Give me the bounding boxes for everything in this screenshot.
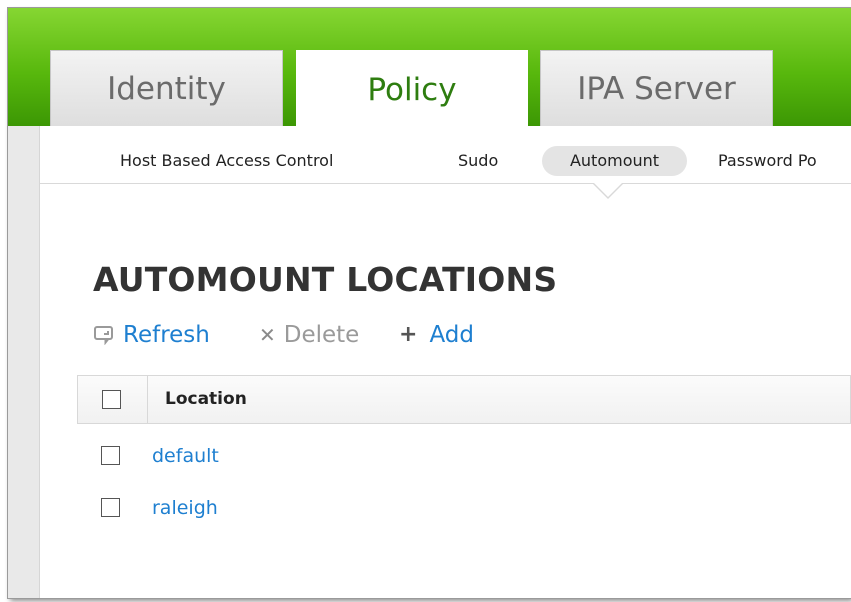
subnav-password-policy[interactable]: Password Po — [718, 146, 817, 176]
page-title: AUTOMOUNT LOCATIONS — [93, 260, 558, 299]
tab-ipa-server[interactable]: IPA Server — [540, 50, 773, 126]
subnav-automount[interactable]: Automount — [542, 146, 687, 176]
subnav-selection-pointer-fill — [593, 182, 623, 197]
delete-button[interactable]: ✕ Delete — [259, 318, 359, 352]
select-all-cell — [78, 376, 148, 423]
table-row: raleigh — [77, 483, 851, 533]
select-all-checkbox[interactable] — [102, 390, 121, 409]
table-header: Location — [77, 375, 851, 424]
location-link[interactable]: default — [152, 431, 219, 481]
left-gutter — [8, 126, 40, 598]
policy-subnav: Host Based Access Control Sudo Automount… — [40, 126, 851, 184]
add-label: Add — [429, 322, 474, 348]
location-link[interactable]: raleigh — [152, 483, 218, 533]
subnav-hbac[interactable]: Host Based Access Control — [120, 146, 333, 176]
refresh-button[interactable]: Refresh — [93, 318, 210, 352]
app-window: Identity Policy IPA Server Host Based Ac… — [8, 8, 851, 598]
row-checkbox[interactable] — [101, 498, 120, 517]
tab-policy[interactable]: Policy — [296, 50, 528, 130]
column-header-location[interactable]: Location — [165, 376, 247, 423]
refresh-icon — [93, 325, 115, 345]
delete-label: Delete — [283, 322, 360, 348]
x-icon: ✕ — [259, 323, 276, 347]
tab-identity[interactable]: Identity — [50, 50, 283, 126]
row-checkbox[interactable] — [101, 446, 120, 465]
table-row: default — [77, 431, 851, 481]
subnav-sudo[interactable]: Sudo — [458, 146, 498, 176]
add-button[interactable]: + Add — [399, 318, 474, 352]
plus-icon: + — [399, 322, 418, 347]
refresh-label: Refresh — [123, 322, 210, 348]
